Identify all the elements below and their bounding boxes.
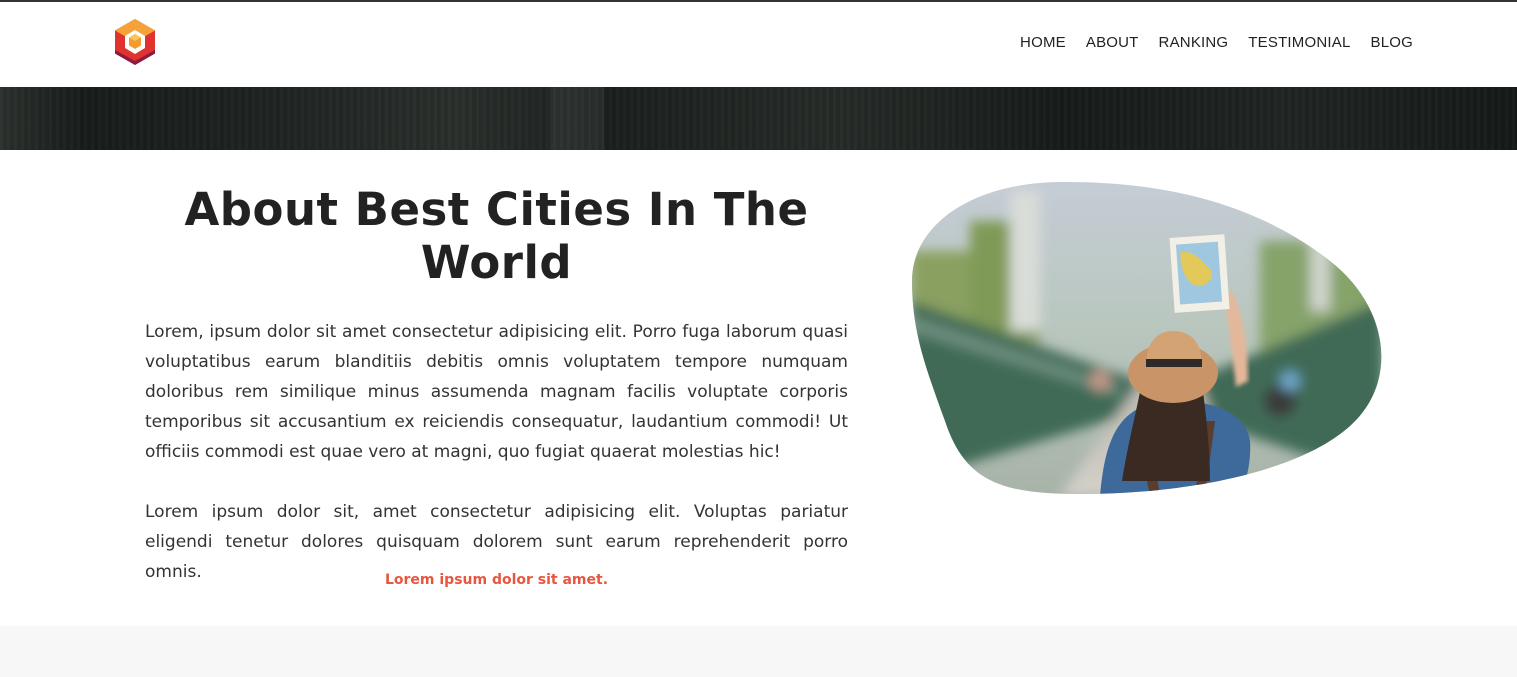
nav-testimonial[interactable]: TESTIMONIAL <box>1248 34 1350 51</box>
section-title: About Best Cities In The World <box>184 183 809 289</box>
hexagon-cube-logo-icon <box>115 19 155 65</box>
traveler-image <box>912 181 1382 494</box>
about-paragraph-1: Lorem, ipsum dolor sit amet consectetur … <box>145 322 848 462</box>
nav-about[interactable]: ABOUT <box>1086 34 1139 51</box>
nav-blog[interactable]: BLOG <box>1371 34 1413 51</box>
highlight-text: Lorem ipsum dolor sit amet. <box>384 572 609 588</box>
next-section-band <box>0 626 1517 677</box>
hero-banner-strip <box>0 87 1517 150</box>
nav-home[interactable]: HOME <box>1020 34 1066 51</box>
traveler-photo <box>910 181 1383 496</box>
logo[interactable] <box>112 17 158 67</box>
navbar: HOME ABOUT RANKING TESTIMONIAL BLOG <box>0 2 1517 87</box>
nav-ranking[interactable]: RANKING <box>1159 34 1229 51</box>
main-nav: HOME ABOUT RANKING TESTIMONIAL BLOG <box>1020 34 1413 51</box>
